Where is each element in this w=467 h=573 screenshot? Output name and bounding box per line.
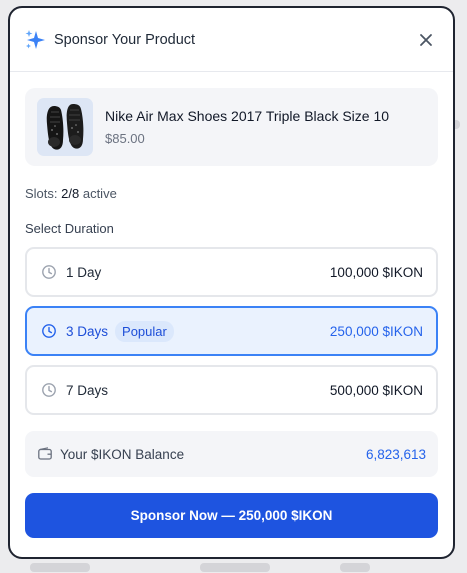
option-label: 7 Days	[66, 382, 109, 398]
balance-value: 6,823,613	[365, 446, 426, 462]
clock-icon	[41, 382, 57, 398]
duration-option-7-days[interactable]: 7 Days 500,000 $IKON	[25, 365, 438, 415]
balance-row: Your $IKON Balance 6,823,613	[25, 431, 438, 477]
product-info: Nike Air Max Shoes 2017 Triple Black Siz…	[105, 108, 389, 146]
option-label: 3 Days	[66, 323, 109, 339]
slots-suffix: active	[82, 186, 117, 201]
option-price: 500,000 $IKON	[329, 382, 423, 398]
product-name: Nike Air Max Shoes 2017 Triple Black Siz…	[105, 108, 390, 124]
close-icon[interactable]	[415, 29, 437, 51]
background-placeholder	[340, 563, 370, 572]
sparkle-icon	[24, 29, 46, 51]
wallet-icon	[37, 446, 53, 462]
option-label: 1 Day	[66, 264, 102, 280]
duration-option-3-days[interactable]: 3 Days Popular 250,000 $IKON	[25, 306, 438, 356]
product-price: $85.00	[105, 131, 145, 146]
product-image	[37, 98, 93, 156]
popular-badge: Popular	[115, 320, 174, 342]
background-placeholder	[200, 563, 270, 572]
option-price: 100,000 $IKON	[329, 264, 423, 280]
modal-header: Sponsor Your Product	[10, 8, 453, 72]
sponsor-now-button[interactable]: Sponsor Now — 250,000 $IKON	[25, 493, 438, 538]
modal-body: Nike Air Max Shoes 2017 Triple Black Siz…	[10, 72, 453, 538]
slots-status: Slots: 2/8 active	[25, 186, 438, 201]
balance-label: Your $IKON Balance	[60, 446, 185, 462]
sponsor-modal: Sponsor Your Product Nike Air Max Shoes …	[8, 6, 455, 559]
modal-title: Sponsor Your Product	[54, 31, 196, 48]
slots-value: 2/8	[61, 186, 80, 201]
product-card: Nike Air Max Shoes 2017 Triple Black Siz…	[25, 88, 438, 166]
slots-label: Slots:	[25, 186, 58, 201]
duration-option-1-day[interactable]: 1 Day 100,000 $IKON	[25, 247, 438, 297]
duration-label: Select Duration	[25, 221, 114, 236]
option-price: 250,000 $IKON	[329, 323, 423, 339]
clock-icon	[41, 264, 57, 280]
background-placeholder	[30, 563, 90, 572]
clock-icon	[41, 323, 57, 339]
